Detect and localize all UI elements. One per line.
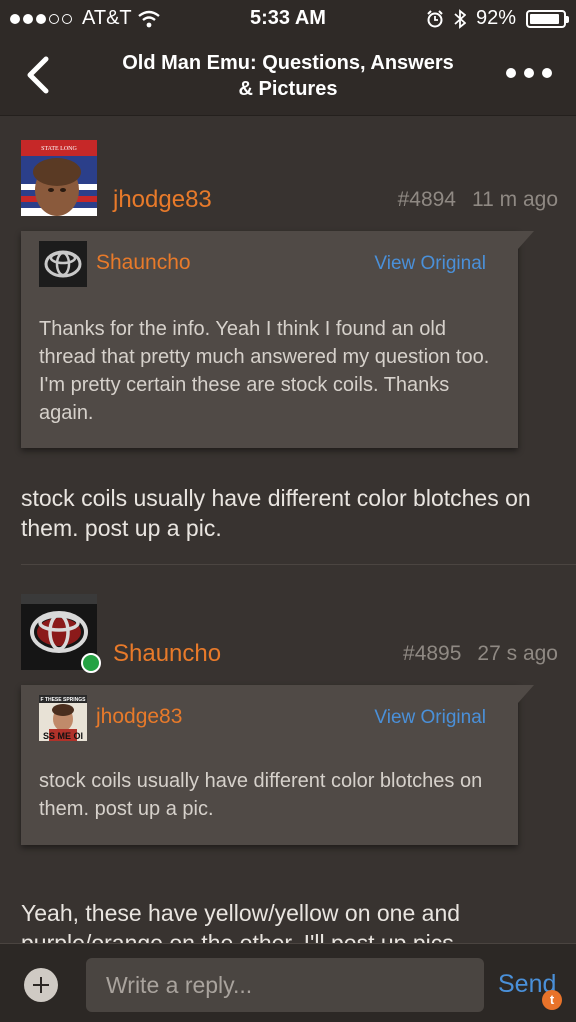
online-status-icon	[81, 653, 101, 673]
page-title: Old Man Emu: Questions, Answers & Pictur…	[90, 50, 486, 102]
quote-author[interactable]: Shauncho	[96, 251, 191, 275]
plus-icon	[33, 977, 49, 993]
post-age: 27 s ago	[477, 642, 558, 665]
battery-percent: 92%	[475, 7, 516, 29]
more-dot-icon	[542, 68, 552, 78]
back-button[interactable]	[22, 56, 54, 94]
reply-input[interactable]	[86, 958, 484, 1012]
add-attachment-button[interactable]	[24, 968, 58, 1002]
post-number[interactable]: #4894	[398, 188, 456, 211]
alarm-icon	[427, 9, 443, 27]
quote-text: Thanks for the info. Yeah I think I foun…	[39, 318, 490, 424]
more-options-button[interactable]	[506, 68, 552, 78]
reply-bar: Send t	[0, 943, 576, 1022]
post-author[interactable]: Shauncho	[113, 640, 221, 668]
page-title-line2: & Pictures	[238, 78, 338, 100]
status-right: 92%	[426, 7, 569, 30]
more-dot-icon	[524, 68, 534, 78]
page-title-line1: Old Man Emu: Questions, Answers	[122, 52, 454, 74]
avatar-caption-bottom: SS ME OI	[43, 731, 83, 741]
post-number[interactable]: #4895	[403, 642, 461, 665]
post-body: Yeah, these have yellow/yellow on one an…	[21, 900, 461, 943]
quote-avatar-shauncho	[39, 241, 87, 287]
notification-badge: t	[542, 990, 562, 1010]
more-dot-icon	[506, 68, 516, 78]
quote-block: F THESE SPRINGS SS ME OI jhodge83 View O…	[21, 685, 534, 845]
avatar-caption-top: F THESE SPRINGS	[40, 697, 86, 703]
quote-block: Shauncho View Original Thanks for the in…	[21, 231, 534, 448]
top-bar: AT&T 5:33 AM 92% Old Man Emu: Questions,	[0, 0, 576, 116]
avatar-jhodge83[interactable]: STATE LONG	[21, 140, 97, 216]
quote-avatar-jhodge83: F THESE SPRINGS SS ME OI	[39, 695, 87, 741]
view-original-link[interactable]: View Original	[374, 253, 486, 275]
post-meta: #4895 27 s ago	[403, 642, 558, 666]
post-body: stock coils usually have different color…	[21, 485, 531, 541]
post-divider	[21, 564, 576, 565]
battery-icon	[526, 9, 569, 28]
post-meta: #4894 11 m ago	[398, 188, 558, 212]
quote-author[interactable]: jhodge83	[96, 705, 182, 729]
bluetooth-icon	[454, 8, 466, 29]
avatar-banner-text: STATE LONG	[41, 146, 77, 152]
view-original-link[interactable]: View Original	[374, 707, 486, 729]
post-author[interactable]: jhodge83	[113, 186, 212, 214]
status-bar: AT&T 5:33 AM 92%	[0, 0, 576, 38]
quote-text: stock coils usually have different color…	[39, 770, 483, 820]
post-age: 11 m ago	[472, 188, 558, 211]
